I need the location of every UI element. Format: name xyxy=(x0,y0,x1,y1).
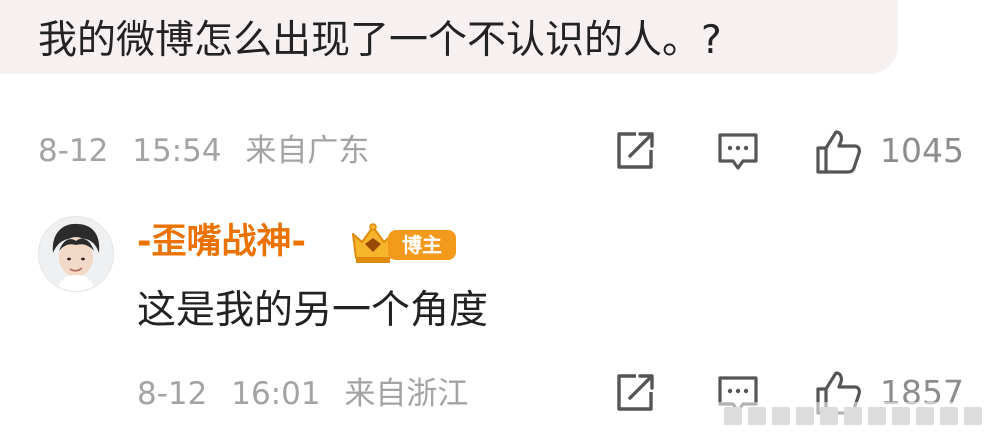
quoted-comment-text: 我的微博怎么出现了一个不认识的人。? xyxy=(38,18,722,63)
comment-meta: 8-12 15:54 来自广东 xyxy=(38,131,369,171)
like-count: 1045 xyxy=(880,131,964,170)
comment-date: 8-12 xyxy=(38,133,109,169)
reply-meta: 8-12 16:01 来自浙江 xyxy=(137,374,468,414)
badge-label: 博主 xyxy=(388,230,456,260)
avatar[interactable] xyxy=(38,216,114,292)
comment-time: 15:54 xyxy=(132,133,222,169)
reply-date: 8-12 xyxy=(137,376,208,412)
reply-location: 来自浙江 xyxy=(344,376,469,412)
reply-time: 16:01 xyxy=(231,376,321,412)
reply-repost-icon[interactable] xyxy=(614,372,656,414)
comment-icon[interactable] xyxy=(716,131,760,173)
reply-username[interactable]: -歪嘴战神- xyxy=(137,220,306,264)
repost-icon[interactable] xyxy=(614,130,656,172)
quoted-comment-bubble: 我的微博怎么出现了一个不认识的人。? xyxy=(0,0,898,74)
blogger-badge: 博主 xyxy=(348,222,460,266)
like-icon[interactable] xyxy=(815,129,863,175)
watermark xyxy=(718,402,1000,430)
avatar-image xyxy=(39,217,113,291)
comment-location: 来自广东 xyxy=(245,133,370,169)
reply-text: 这是我的另一个角度 xyxy=(137,288,489,333)
